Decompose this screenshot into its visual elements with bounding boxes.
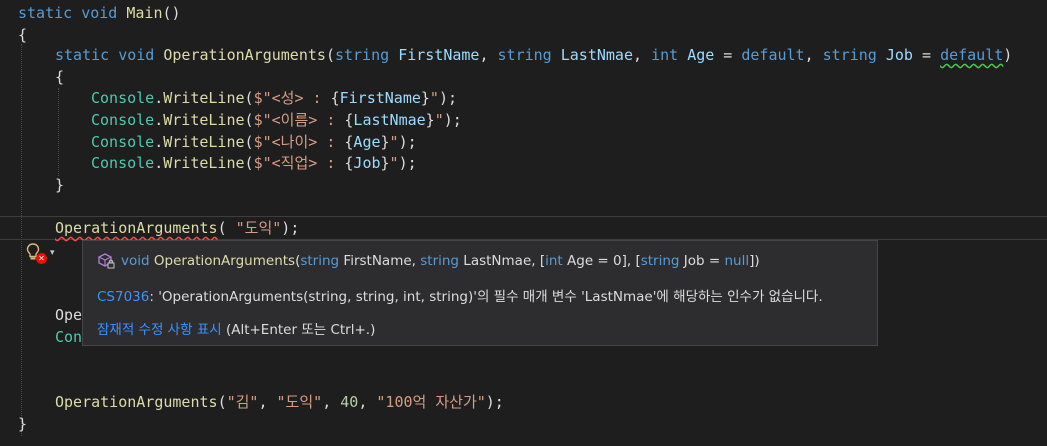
show-fixes-row: 잠재적 수정 사항 표시 (Alt+Enter 또는 Ctrl+.)	[97, 320, 375, 340]
error-message: CS7036: 'OperationArguments(string, stri…	[97, 289, 823, 305]
code-line[interactable]: }	[55, 174, 64, 196]
method-signature: void OperationArguments(string FirstName…	[97, 251, 760, 271]
error-squiggle: OperationArguments	[55, 219, 218, 237]
code-line[interactable]: {	[18, 24, 27, 46]
code-line[interactable]: static void OperationArguments(string Fi…	[55, 44, 1012, 66]
shortcut-hint: (Alt+Enter 또는 Ctrl+.)	[221, 322, 376, 338]
code-line[interactable]: OperationArguments( "도익");	[55, 217, 299, 239]
code-line[interactable]: Console.WriteLine($"<성> : {FirstName}");	[91, 87, 457, 109]
code-line[interactable]: }	[18, 413, 27, 435]
quick-actions-lightbulb[interactable]: ✕ ▾	[26, 242, 66, 264]
lightbulb-error-icon: ✕	[26, 243, 47, 264]
cube-lock-icon	[98, 253, 115, 269]
code-line[interactable]: static void Main()	[18, 2, 181, 24]
warning-squiggle: default	[940, 46, 1004, 64]
indent-guide	[21, 44, 22, 436]
error-code-link[interactable]: CS7036	[97, 289, 149, 305]
code-line[interactable]: {	[55, 66, 64, 88]
code-editor[interactable]: static void Main() { static void Operati…	[0, 0, 1047, 446]
indent-guide	[58, 88, 59, 176]
code-line[interactable]: Ope	[55, 304, 82, 326]
code-line[interactable]: Console.WriteLine($"<이름> : {LastNmae}");	[91, 109, 462, 131]
code-line[interactable]: Console.WriteLine($"<직업> : {Job}");	[91, 152, 417, 174]
code-line[interactable]: Con	[55, 326, 82, 348]
code-line[interactable]: OperationArguments("김", "도익", 40, "100억 …	[55, 391, 504, 413]
code-line[interactable]: Console.WriteLine($"<나이> : {Age}");	[91, 131, 417, 153]
quick-info-tooltip: void OperationArguments(string FirstName…	[82, 240, 878, 346]
show-potential-fixes-link[interactable]: 잠재적 수정 사항 표시	[97, 322, 222, 338]
chevron-down-icon[interactable]: ▾	[50, 248, 55, 258]
